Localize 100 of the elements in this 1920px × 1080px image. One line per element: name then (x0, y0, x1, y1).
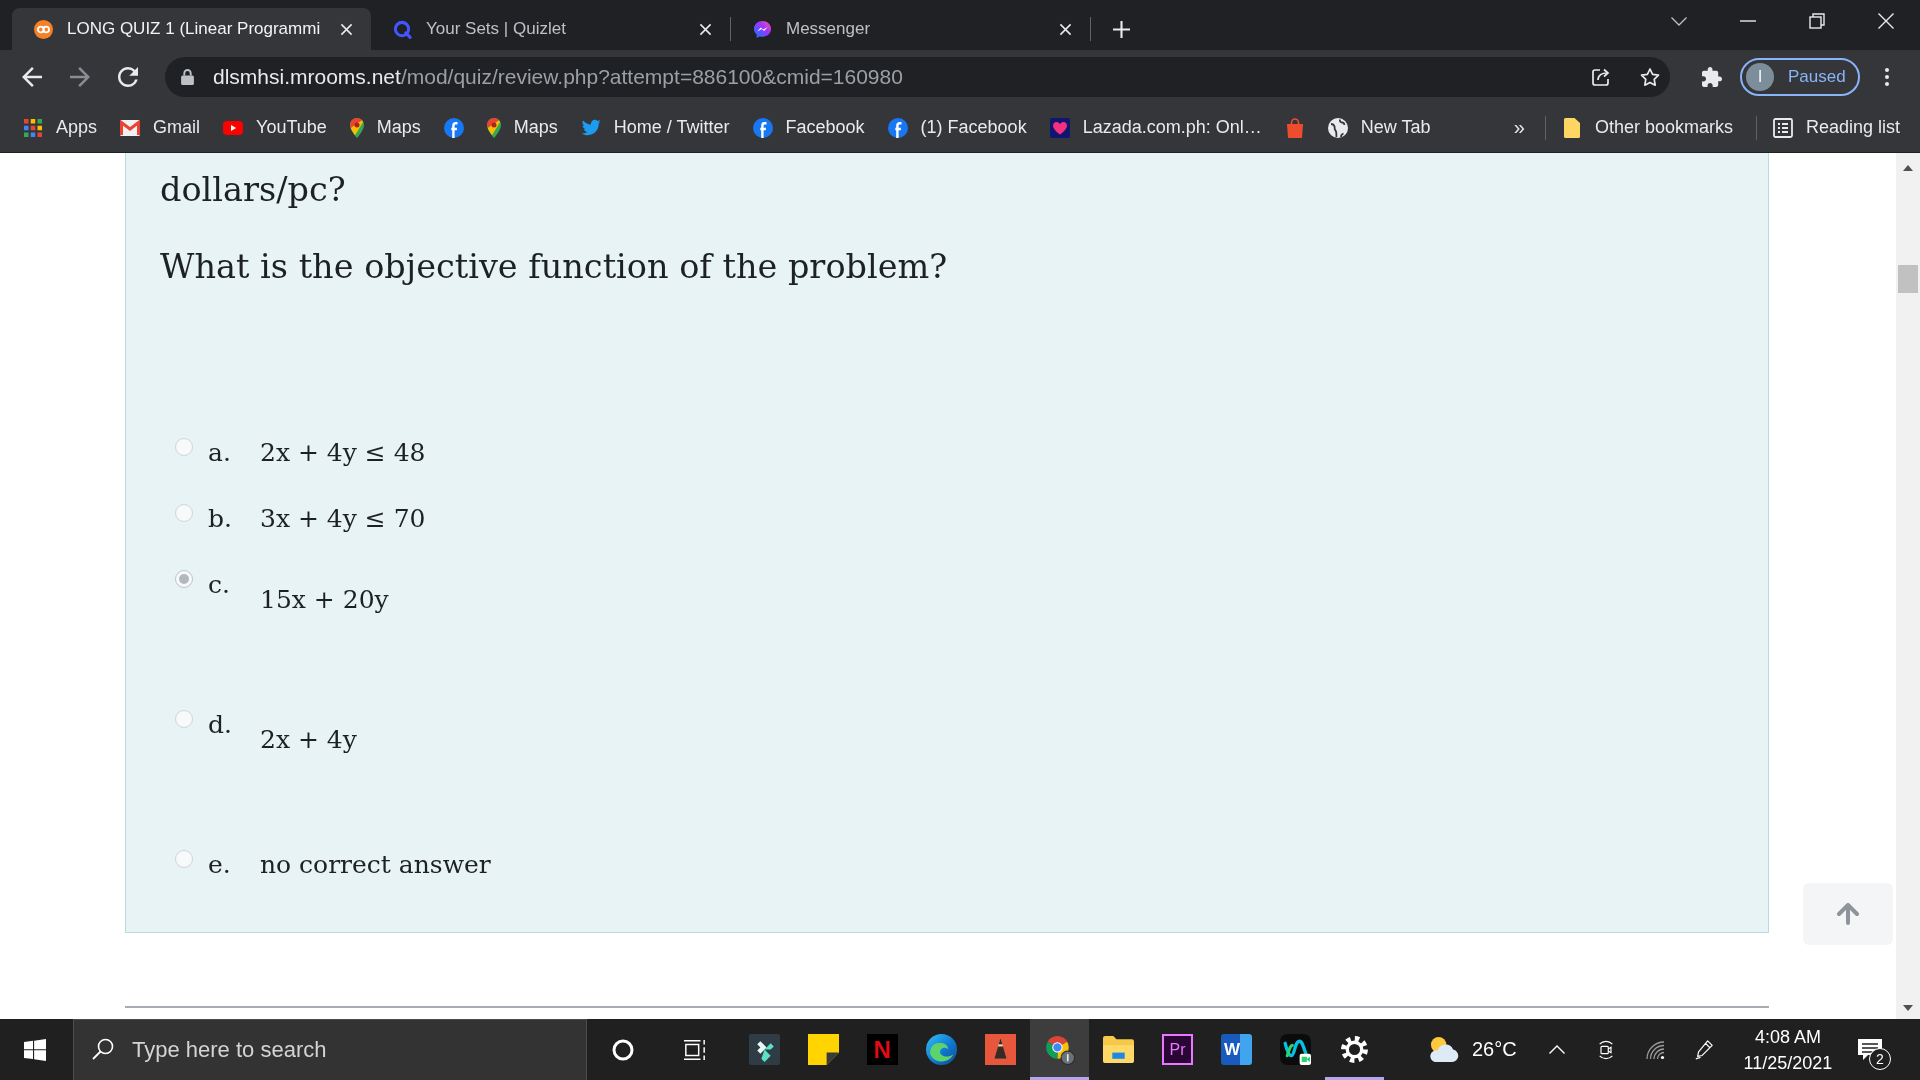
ring-icon[interactable] (612, 1038, 634, 1061)
close-icon[interactable] (340, 22, 353, 36)
scroll-thumb[interactable] (1898, 265, 1918, 293)
scrollbar[interactable] (1896, 153, 1920, 1019)
task-view-icon[interactable] (684, 1038, 706, 1061)
folder-icon (1103, 1034, 1134, 1065)
bookmark-item[interactable]: Gmail (120, 117, 201, 138)
bookmark-item[interactable]: Apps (23, 117, 98, 138)
plus-icon[interactable] (1113, 20, 1130, 38)
chevron-down-icon[interactable] (1671, 16, 1687, 26)
f-logo-icon (887, 117, 908, 138)
answer-text: 3x + 4y ≤ 70 (260, 503, 426, 535)
bookmark-item[interactable]: (1) Facebook (887, 117, 1027, 138)
search-icon (92, 1038, 114, 1060)
shopping-bag-icon[interactable] (1284, 117, 1305, 138)
clock-date[interactable]: 11/25/2021 (1743, 1049, 1833, 1076)
bookmark-item[interactable]: Lazada.com.ph: Onl… (1049, 117, 1262, 138)
answer-text: no correct answer (260, 849, 491, 881)
pencil-tile-icon (985, 1034, 1016, 1065)
option-letter: e. (208, 850, 231, 879)
notification-count: 2 (1869, 1047, 1891, 1070)
reload-icon[interactable] (118, 66, 138, 87)
grid-icon (23, 117, 43, 138)
question-text: What is the objective function of the problem? (160, 246, 949, 288)
list-icon (1772, 117, 1793, 138)
browser-tab[interactable]: LONG QUIZ 1 (Linear Programmi (12, 8, 371, 50)
star-icon[interactable] (1640, 66, 1660, 87)
f-logo-icon[interactable] (443, 117, 464, 138)
f-logo-icon (752, 117, 773, 138)
sticky-note-icon (808, 1034, 839, 1065)
answer-text: 2x + 4y ≤ 48 (260, 437, 426, 469)
scroll-down-icon[interactable] (1903, 1005, 1913, 1011)
option-letter: b. (208, 504, 232, 533)
answer-text: 15x + 20y (260, 584, 389, 616)
wifi-icon[interactable] (1644, 1039, 1665, 1060)
globe-icon (1327, 117, 1348, 138)
taskbar-app-button[interactable]: W (1207, 1019, 1266, 1080)
option-letter: c. (208, 570, 230, 599)
bookmark-folder[interactable]: Other bookmarks (1561, 117, 1733, 138)
bookmark-item[interactable]: Home / Twitter (580, 117, 730, 138)
browser-tab[interactable]: Messenger (731, 8, 1090, 50)
swirl-logo-icon (926, 1034, 957, 1065)
ring-logo-icon (393, 19, 412, 39)
option-letter: d. (208, 710, 232, 739)
bookmark-item[interactable]: New Tab (1327, 117, 1431, 138)
temperature-text: 26°C (1472, 1038, 1517, 1061)
pen-icon[interactable] (1694, 1039, 1714, 1060)
reading-list-button[interactable]: Reading list (1772, 117, 1900, 138)
four-panes-icon[interactable] (24, 1038, 46, 1061)
scroll-up-icon[interactable] (1903, 165, 1913, 171)
browser-tab[interactable]: Your Sets | Quizlet (371, 8, 730, 50)
option-letter: a. (208, 438, 231, 467)
radio-button[interactable] (175, 710, 193, 728)
gear-icon (1339, 1034, 1370, 1065)
document-icon (1561, 117, 1582, 138)
bird-icon (580, 117, 601, 138)
app-logo: Pr (1162, 1034, 1193, 1065)
envelope-icon (120, 117, 141, 138)
avatar-initial: I (1746, 62, 1774, 91)
chat-bubble-icon (753, 19, 772, 39)
menu-icon[interactable] (1885, 67, 1889, 86)
app-logo: W (1221, 1034, 1252, 1065)
back-arrow-icon[interactable] (22, 66, 42, 87)
answer-text: 2x + 4y (260, 724, 357, 756)
clock-time[interactable]: 4:08 AM (1754, 1023, 1821, 1050)
heart-tile-icon (1049, 117, 1070, 138)
radio-button[interactable] (175, 504, 193, 522)
diamond-tile-icon (749, 1034, 780, 1065)
more-bookmarks-button[interactable]: » (1507, 116, 1531, 139)
bookmark-item[interactable]: Maps (349, 117, 421, 138)
profile-button[interactable]: I Paused (1740, 57, 1860, 96)
puzzle-piece-icon[interactable] (1702, 66, 1722, 87)
arrow-up-icon (1836, 903, 1860, 925)
radio-button[interactable] (175, 438, 193, 456)
back-to-top-button[interactable] (1803, 883, 1893, 945)
loop-logo-icon (34, 19, 53, 39)
restore-icon[interactable] (1808, 13, 1825, 29)
app-logo: N (867, 1034, 898, 1065)
map-pin-icon (486, 117, 501, 138)
bookmark-item[interactable]: Facebook (752, 117, 865, 138)
lock-icon (181, 68, 194, 85)
address-field[interactable]: dlsmhsi.mrooms.net/mod/quiz/review.php?attempt=886100&cmid=160980 (165, 56, 1670, 97)
close-icon[interactable] (1877, 13, 1894, 29)
radio-button[interactable] (175, 850, 193, 868)
close-icon[interactable] (699, 22, 712, 36)
question-text: dollars/pc? (160, 169, 347, 211)
close-icon[interactable] (1059, 22, 1072, 36)
search-field[interactable]: Type here to search (73, 1019, 587, 1080)
share-icon[interactable] (1591, 66, 1611, 87)
bookmark-item[interactable]: YouTube (223, 117, 327, 138)
taskbar-app-button[interactable]: Pr (1148, 1019, 1207, 1080)
minimize-icon[interactable] (1739, 20, 1756, 22)
taskbar-app-button[interactable]: N (853, 1019, 912, 1080)
wave-logo-icon (1280, 1034, 1311, 1065)
bookmark-item[interactable]: Maps (486, 117, 558, 138)
map-pin-icon (349, 117, 364, 138)
chevron-up-icon[interactable] (1548, 1045, 1565, 1054)
forward-arrow-icon[interactable] (70, 66, 90, 87)
radio-button[interactable] (175, 570, 193, 588)
taskbar-app-button[interactable] (1030, 1019, 1089, 1080)
